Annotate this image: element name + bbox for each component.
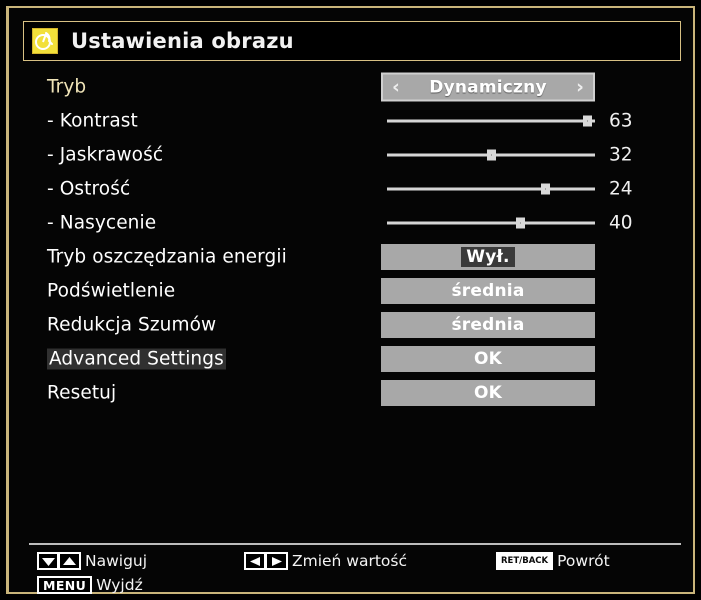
settings-row-kontrast[interactable]: - Kontrast 63	[9, 104, 698, 138]
contrast-slider[interactable]	[387, 114, 595, 128]
hint-exit-label: Wyjdź	[96, 576, 143, 594]
slider-handle[interactable]	[582, 115, 592, 127]
noise-reduction-value: średnia	[451, 315, 525, 335]
footer-divider	[29, 543, 681, 545]
settings-row-noise-reduction[interactable]: Redukcja Szumów średnia	[9, 308, 698, 342]
hint-navigate-label: Nawiguj	[85, 552, 148, 570]
arrow-right-icon[interactable]	[266, 552, 288, 570]
mode-value: Dynamiczny	[429, 77, 547, 97]
arrow-left-icon[interactable]	[244, 552, 266, 570]
settings-row-advanced-settings[interactable]: Advanced Settings OK	[9, 342, 698, 376]
row-label: Tryb oszczędzania energii	[47, 246, 287, 268]
page-title: Ustawienia obrazu	[71, 29, 294, 53]
row-label: Podświetlenie	[47, 280, 176, 302]
row-label: - Jaskrawość	[47, 144, 164, 166]
slider-handle[interactable]	[487, 149, 496, 161]
hint-change-value-label: Zmień wartość	[292, 552, 408, 570]
saturation-slider[interactable]	[387, 216, 595, 230]
settings-row-eco-mode[interactable]: Tryb oszczędzania energii Wył.	[9, 240, 698, 274]
arrow-down-icon[interactable]	[37, 552, 59, 570]
settings-row-nasycenie[interactable]: - Nasycenie 40	[9, 206, 698, 240]
sharpness-value: 24	[609, 178, 633, 200]
row-label: - Kontrast	[47, 110, 138, 132]
advanced-settings-ok-button[interactable]: OK	[381, 346, 595, 372]
slider-track	[387, 187, 595, 191]
row-label: - Ostrość	[47, 178, 131, 200]
contrast-value: 63	[609, 110, 633, 132]
title-bar: Ustawienia obrazu	[23, 21, 681, 61]
osd-panel: Ustawienia obrazu Tryb ‹ Dynamiczny › - …	[6, 6, 695, 594]
saturation-value: 40	[609, 212, 633, 234]
chevron-left-icon[interactable]: ‹	[392, 77, 400, 97]
slider-track	[387, 119, 595, 123]
brightness-value: 32	[609, 144, 633, 166]
settings-row-ostrosc[interactable]: - Ostrość 24	[9, 172, 698, 206]
hint-exit: MENU Wyjdź	[37, 576, 143, 594]
ret-back-key-icon[interactable]: RET/BACK	[496, 552, 554, 570]
row-label: Resetuj	[47, 382, 117, 404]
sharpness-slider[interactable]	[387, 182, 595, 196]
reset-ok-label: OK	[473, 383, 503, 403]
backlight-value-box[interactable]: średnia	[381, 278, 595, 304]
picture-settings-icon	[32, 28, 58, 54]
reset-ok-button[interactable]: OK	[381, 380, 595, 406]
settings-row-reset[interactable]: Resetuj OK	[9, 376, 698, 410]
menu-key-label: MENU	[43, 577, 87, 593]
backlight-value: średnia	[451, 281, 525, 301]
hint-navigate: Nawiguj	[37, 552, 147, 570]
slider-handle[interactable]	[516, 217, 526, 229]
arrow-up-icon[interactable]	[59, 552, 81, 570]
eco-mode-value: Wył.	[461, 247, 515, 267]
settings-list: Tryb ‹ Dynamiczny › - Kontrast 63 - Jask…	[9, 70, 698, 410]
ret-back-key-label: RET/BACK	[501, 556, 549, 566]
brightness-slider[interactable]	[387, 148, 595, 162]
chevron-right-icon[interactable]: ›	[576, 77, 584, 97]
menu-key-icon[interactable]: MENU	[37, 576, 93, 594]
slider-track	[387, 221, 595, 225]
hint-back: RET/BACK Powrót	[496, 552, 610, 570]
row-label: Redukcja Szumów	[47, 314, 217, 336]
settings-row-jaskrawosc[interactable]: - Jaskrawość 32	[9, 138, 698, 172]
row-label: - Nasycenie	[47, 212, 157, 234]
noise-reduction-value-box[interactable]: średnia	[381, 312, 595, 338]
row-label: Advanced Settings	[47, 348, 226, 370]
slider-handle[interactable]	[541, 183, 551, 195]
hint-back-label: Powrót	[557, 552, 610, 570]
eco-mode-value-box[interactable]: Wył.	[381, 244, 595, 270]
hint-change-value: Zmień wartość	[244, 552, 407, 570]
footer-hint-bar: Nawiguj MENU Wyjdź Zmień wartość RET/BAC…	[9, 548, 698, 600]
advanced-settings-ok-label: OK	[473, 349, 503, 369]
settings-row-backlight[interactable]: Podświetlenie średnia	[9, 274, 698, 308]
mode-select[interactable]: ‹ Dynamiczny ›	[381, 72, 595, 102]
settings-row-tryb[interactable]: Tryb ‹ Dynamiczny ›	[9, 70, 698, 104]
row-label: Tryb	[47, 76, 87, 98]
